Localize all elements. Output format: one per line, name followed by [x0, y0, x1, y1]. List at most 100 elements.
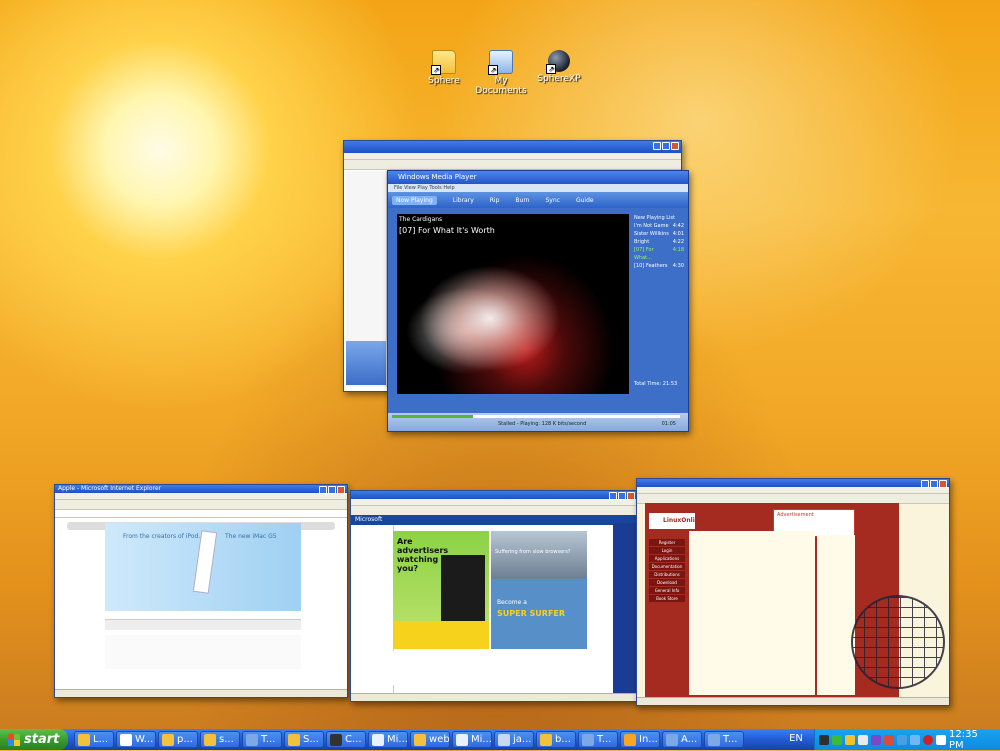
explorer-task-pane: [346, 341, 386, 385]
tab-library[interactable]: Library: [453, 197, 474, 204]
tab-burn[interactable]: Burn: [515, 197, 529, 204]
msn-left-nav: [353, 525, 394, 693]
start-button[interactable]: start: [0, 729, 68, 750]
status-bar: [55, 689, 347, 697]
playlist-item[interactable]: Bright 4:22: [634, 238, 684, 246]
language-indicator[interactable]: EN: [781, 733, 811, 744]
promo-photo: [491, 531, 587, 579]
nav-book-store[interactable]: Book Store: [649, 595, 685, 602]
toolbar: [55, 500, 347, 510]
tray-icon[interactable]: [871, 734, 881, 745]
ad-footer: [393, 621, 489, 649]
window-title-bar: [637, 479, 949, 488]
taskbar-button[interactable]: T...: [578, 731, 618, 748]
tab-now-playing[interactable]: Now Playing: [392, 195, 437, 205]
promo-caption: Suffering from slow browsers?: [495, 549, 571, 555]
nav-documentation[interactable]: Documentation: [649, 563, 685, 570]
wmp-title-bar: Windows Media Player: [388, 171, 688, 184]
playlist-title: New Playing List: [634, 215, 675, 221]
linux-right-column: [817, 535, 855, 695]
taskbar-button[interactable]: s...: [200, 731, 240, 748]
tray-icon[interactable]: [897, 734, 907, 745]
microsoft-header: Microsoft: [351, 515, 637, 525]
nav-download[interactable]: Download: [649, 579, 685, 586]
taskbar-button[interactable]: In...: [620, 731, 660, 748]
volume-icon[interactable]: [936, 734, 946, 745]
playlist-item[interactable]: I'm Not Game 4:42: [634, 222, 684, 230]
tab-sync[interactable]: Sync: [546, 197, 560, 204]
apple-bottom-promos: [105, 635, 301, 669]
nav-login[interactable]: Login: [649, 547, 685, 554]
taskbar-button[interactable]: p...: [158, 731, 198, 748]
msn-bottom-links: [393, 651, 587, 685]
menu-bar: [351, 499, 637, 506]
tray-icon[interactable]: [923, 734, 933, 745]
taskbar: start L... W... p... s... T... S... C...…: [0, 729, 1000, 751]
camera-icon: [330, 733, 342, 746]
taskbar-button[interactable]: Mi...: [452, 731, 492, 748]
taskbar-buttons: L... W... p... s... T... S... C... Mi...…: [74, 731, 744, 748]
menu-bar: [55, 493, 347, 500]
nav-distributions[interactable]: Distributions: [649, 571, 685, 578]
spherexp-icon: ↗: [546, 50, 570, 74]
tab-rip[interactable]: Rip: [490, 197, 500, 204]
tray-icon[interactable]: [832, 734, 842, 745]
system-tray: EN 12:35 PM: [789, 729, 1000, 751]
taskbar-button[interactable]: Mi...: [368, 731, 408, 748]
promo-line1: Become a: [497, 599, 527, 606]
taskbar-button[interactable]: L...: [74, 731, 114, 748]
wmp-window-thumbnail[interactable]: Windows Media Player File View Play Tool…: [387, 170, 689, 432]
desktop-icon-my-documents[interactable]: ↗ My Documents: [469, 50, 533, 96]
taskbar-button[interactable]: S...: [284, 731, 324, 748]
tray-icon[interactable]: [884, 734, 894, 745]
window-icon: [708, 733, 720, 746]
internet-icon: [624, 733, 636, 746]
playlist-item-playing[interactable]: [07] For What... 4:18: [634, 246, 684, 262]
playlist-item[interactable]: Sister Willkins 4:01: [634, 230, 684, 238]
apple-strip: [105, 619, 301, 630]
taskbar-button[interactable]: ja...: [494, 731, 534, 748]
tray-icon[interactable]: [858, 734, 868, 745]
tab-guide[interactable]: Guide: [576, 197, 594, 204]
my-documents-icon: ↗: [488, 50, 513, 75]
status-bar: [351, 693, 637, 701]
msn-ie-window-thumbnail[interactable]: Microsoft Are advertisers watching you? …: [350, 490, 638, 702]
seek-bar[interactable]: [392, 415, 680, 418]
taskbar-button[interactable]: A...: [662, 731, 702, 748]
desktop-icon-spherexp[interactable]: ↗ SphereXP: [527, 50, 591, 84]
playlist-item[interactable]: [10] Feathers 4:30: [634, 262, 684, 270]
wmp-visualization: The Cardigans [07] For What It's Worth: [397, 214, 629, 394]
wmp-controls: Stalled - Playing: 128 K bits/second 01:…: [388, 413, 688, 431]
taskbar-button[interactable]: W...: [116, 731, 156, 748]
tray-icon[interactable]: [910, 734, 920, 745]
hero-right-text: The new iMac G5: [225, 533, 277, 540]
desktop-icon-label: My Documents: [475, 76, 527, 96]
wireframe-globe-icon: [851, 595, 945, 689]
tray-icon[interactable]: [819, 734, 829, 745]
nav-register[interactable]: Register: [649, 539, 685, 546]
folder-icon: [414, 733, 426, 746]
taskbar-button[interactable]: web: [410, 731, 450, 748]
apple-hero-banner: From the creators of iPod. The new iMac …: [105, 523, 301, 611]
folder-icon: ↗: [431, 50, 456, 75]
nav-general-info[interactable]: General Info: [649, 587, 685, 594]
taskbar-button[interactable]: b...: [536, 731, 576, 748]
tray-icon[interactable]: [845, 734, 855, 745]
ad-headline: Are advertisers watching you?: [397, 537, 449, 573]
taskbar-button[interactable]: T...: [242, 731, 282, 748]
linux-online-window-thumbnail[interactable]: LinuxOnline! Advertisement Register Logi…: [636, 478, 950, 706]
seek-bar-fill: [392, 415, 473, 418]
playlist-total-time: Total Time: 21:53: [634, 381, 678, 387]
advertisers-ad[interactable]: Are advertisers watching you?: [393, 531, 489, 649]
window-icon: [582, 733, 594, 746]
taskbar-button[interactable]: T...: [704, 731, 744, 748]
document-icon: [372, 733, 384, 746]
super-surfer-ad[interactable]: Suffering from slow browsers? Become a S…: [491, 531, 587, 649]
taskbar-button[interactable]: C...: [326, 731, 366, 748]
desktop-icon-sphere[interactable]: ↗ Sphere: [412, 50, 476, 86]
msn-side-bar: [613, 523, 637, 693]
apple-ie-window-thumbnail[interactable]: Apple - Microsoft Internet Explorer From…: [54, 484, 348, 698]
start-label: start: [24, 732, 60, 747]
nav-applications[interactable]: Applications: [649, 555, 685, 562]
clock[interactable]: 12:35 PM: [949, 729, 994, 751]
